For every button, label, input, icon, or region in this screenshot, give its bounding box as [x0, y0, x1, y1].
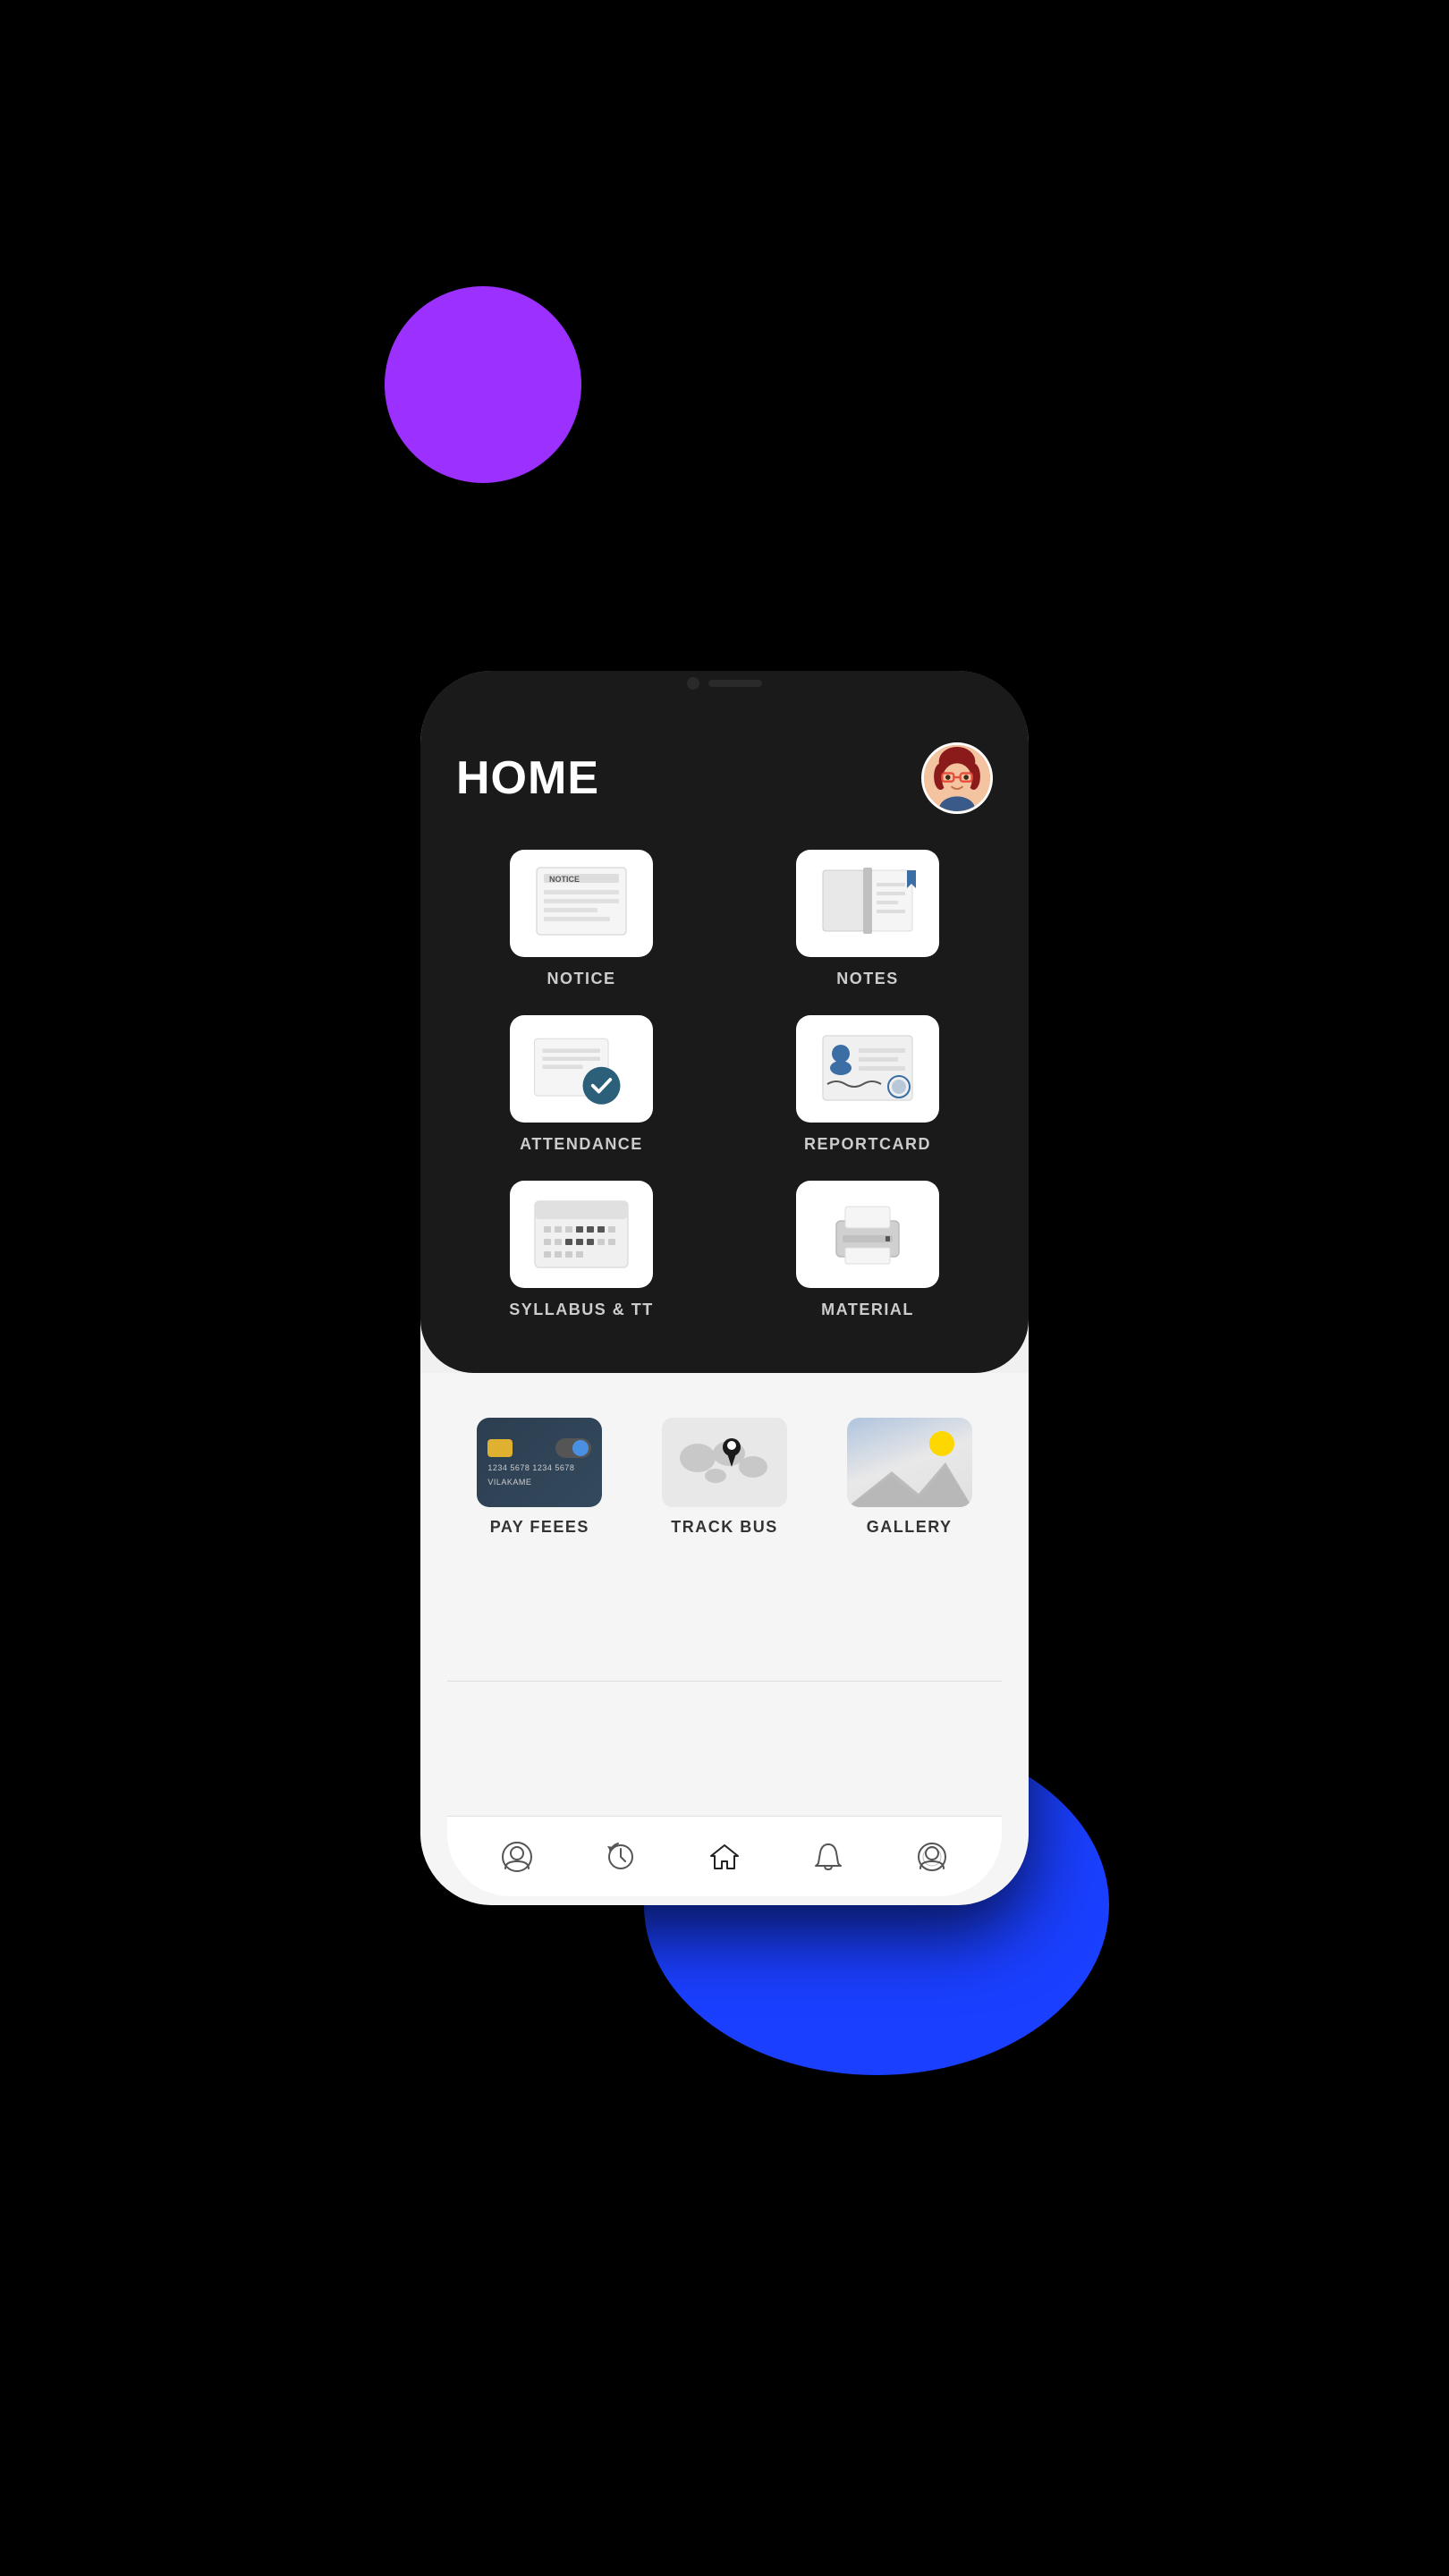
- syllabus-item[interactable]: SYLLABUS & TT: [456, 1181, 707, 1319]
- nav-account[interactable]: [905, 1830, 959, 1884]
- main-grid: NOTICE NOTICE: [456, 850, 993, 1319]
- attendance-label: ATTENDANCE: [520, 1135, 643, 1154]
- trackbus-label: TRACK BUS: [671, 1518, 778, 1537]
- gallery-sun: [929, 1431, 954, 1456]
- notes-item[interactable]: NOTES: [742, 850, 993, 988]
- trackbus-icon: [671, 1422, 778, 1503]
- notes-label: NOTES: [836, 970, 899, 988]
- nav-profile[interactable]: [490, 1830, 544, 1884]
- syllabus-icon: [528, 1194, 635, 1275]
- payfees-item[interactable]: 1234 5678 1234 5678 VILAKAME PAY FEEES: [477, 1418, 602, 1537]
- notes-card: [796, 850, 939, 957]
- home-header: HOME: [456, 742, 993, 814]
- nav-home[interactable]: [698, 1830, 751, 1884]
- light-section: 1234 5678 1234 5678 VILAKAME PAY FEEES: [420, 1373, 1029, 1905]
- attendance-item[interactable]: ATTENDANCE: [456, 1015, 707, 1154]
- notes-icon: [814, 863, 921, 944]
- gallery-mountain: [847, 1453, 972, 1507]
- blob-purple: [385, 286, 581, 483]
- card-toggle: [555, 1438, 591, 1458]
- attendance-icon: [528, 1029, 635, 1109]
- notch: [653, 671, 796, 696]
- avatar-image: [924, 745, 990, 811]
- gallery-card: [847, 1418, 972, 1507]
- syllabus-label: SYLLABUS & TT: [509, 1301, 654, 1319]
- bottom-grid: 1234 5678 1234 5678 VILAKAME PAY FEEES: [447, 1409, 1002, 1546]
- material-label: MATERIAL: [821, 1301, 914, 1319]
- reportcard-icon: [814, 1029, 921, 1109]
- payfees-label: PAY FEEES: [490, 1518, 589, 1537]
- notice-item[interactable]: NOTICE NOTICE: [456, 850, 707, 988]
- nav-history[interactable]: [594, 1830, 648, 1884]
- gallery-label: GALLERY: [867, 1518, 953, 1537]
- card-top-row: [487, 1438, 591, 1458]
- nav-notifications[interactable]: [801, 1830, 855, 1884]
- account-icon: [917, 1842, 947, 1872]
- notch-camera: [687, 677, 699, 690]
- trackbus-item[interactable]: TRACK BUS: [662, 1418, 787, 1537]
- material-card: [796, 1181, 939, 1288]
- svg-text:NOTICE: NOTICE: [549, 875, 580, 884]
- material-icon: [814, 1194, 921, 1275]
- gallery-card-inner: [847, 1418, 972, 1507]
- notice-card: NOTICE: [510, 850, 653, 957]
- home-icon: [709, 1842, 740, 1872]
- nav-bar: [447, 1816, 1002, 1896]
- card-number: 1234 5678 1234 5678: [487, 1463, 591, 1472]
- profile-icon: [502, 1842, 532, 1872]
- notch-speaker: [708, 680, 762, 687]
- notice-label: NOTICE: [547, 970, 615, 988]
- reportcard-item[interactable]: REPORTCARD: [742, 1015, 993, 1154]
- reportcard-card: [796, 1015, 939, 1123]
- dark-section: HOME: [420, 671, 1029, 1373]
- attendance-card: [510, 1015, 653, 1123]
- card-name: VILAKAME: [487, 1478, 591, 1487]
- reportcard-label: REPORTCARD: [804, 1135, 931, 1154]
- avatar[interactable]: [921, 742, 993, 814]
- phone-frame: HOME: [420, 671, 1029, 1905]
- separator: [447, 1681, 1002, 1682]
- notifications-icon: [813, 1842, 843, 1872]
- history-icon: [606, 1842, 636, 1872]
- notice-icon: NOTICE: [528, 863, 635, 944]
- gallery-item[interactable]: GALLERY: [847, 1418, 972, 1537]
- notch-bar: [420, 671, 1029, 724]
- page-title: HOME: [456, 751, 599, 805]
- payfees-card: 1234 5678 1234 5678 VILAKAME: [477, 1418, 602, 1507]
- material-item[interactable]: MATERIAL: [742, 1181, 993, 1319]
- syllabus-card: [510, 1181, 653, 1288]
- card-chip: [487, 1439, 513, 1457]
- payfees-card-inner: 1234 5678 1234 5678 VILAKAME: [477, 1418, 602, 1507]
- trackbus-card: [662, 1418, 787, 1507]
